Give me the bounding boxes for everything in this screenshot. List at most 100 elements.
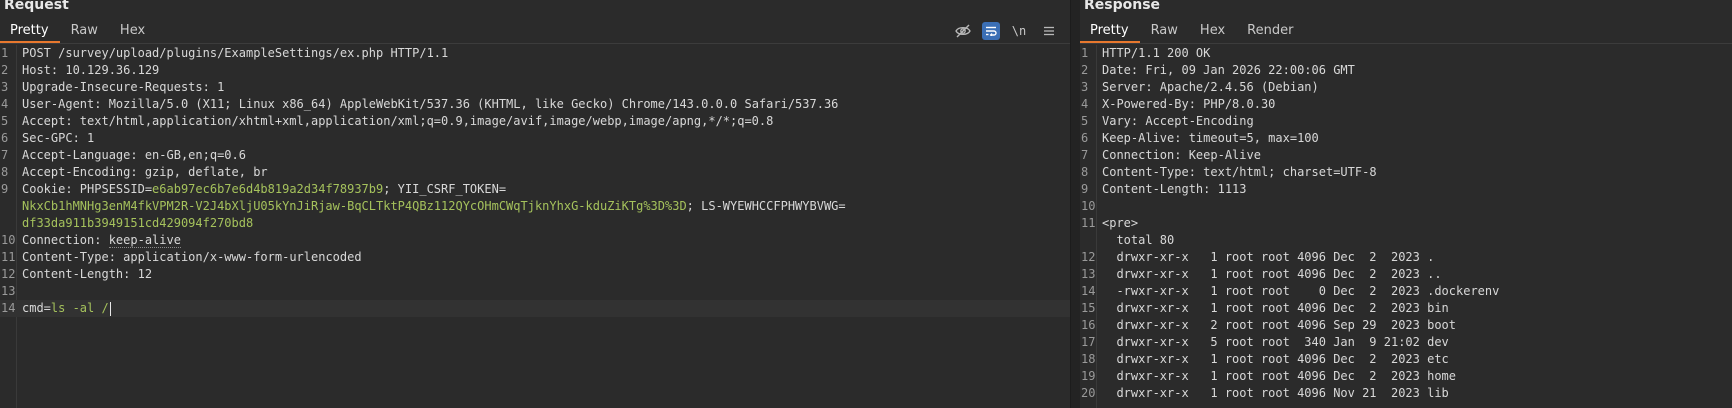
request-code-line[interactable]: 14 cmd=ls -al / [0, 300, 1070, 317]
line-number: 6 [1, 131, 9, 145]
line-text: Content-Length: 12 [22, 266, 152, 283]
word-wrap-toggle[interactable] [982, 22, 1000, 40]
token-text: X-Powered-By: [1102, 97, 1204, 111]
request-code-line[interactable]: 12 Content-Length: 12 [0, 266, 1070, 283]
request-code-line[interactable]: NkxCb1hMNHg3enM4fkVPM2R-V2J4bXljU05kYnJi… [0, 198, 1070, 215]
request-tab-pretty[interactable]: Pretty [0, 21, 60, 43]
token-text: Mozilla/5.0 (X11; Linux x86_64) AppleWeb… [108, 97, 839, 111]
token-text: 1 [87, 131, 95, 145]
newline-icon: \n [1011, 24, 1027, 38]
response-code-line[interactable]: 9 Content-Length: 1113 [1080, 181, 1732, 198]
response-code-line[interactable]: 16 drwxr-xr-x 2 root root 4096 Sep 29 20… [1080, 317, 1732, 334]
request-tab-hex[interactable]: Hex [109, 21, 156, 41]
response-code-line[interactable]: 4 X-Powered-By: PHP/8.0.30 [1080, 96, 1732, 113]
request-editor[interactable]: 1 POST /survey/upload/plugins/ExampleSett… [0, 45, 1070, 408]
response-tab-separator [1080, 43, 1732, 44]
line-number: 5 [1081, 114, 1089, 128]
response-code-line[interactable]: 14 -rwxr-xr-x 1 root root 0 Dec 2 2023 .… [1080, 283, 1732, 300]
response-lines: 1 HTTP/1.1 200 OK 2 Date: Fri, 09 Jan 2026 … [1080, 45, 1732, 402]
token-text: Accept: [22, 114, 80, 128]
request-code-line[interactable]: 8 Accept-Encoding: gzip, deflate, br [0, 164, 1070, 181]
token-text: Content-Type: [1102, 165, 1204, 179]
line-number: 7 [1081, 148, 1089, 162]
response-code-line[interactable]: 1 HTTP/1.1 200 OK [1080, 45, 1732, 62]
token-text: gzip, deflate, br [144, 165, 268, 179]
request-code-line[interactable]: 9 Cookie: PHPSESSID=e6ab97ec6b7e6d4b819a2… [0, 181, 1070, 198]
request-menu-button[interactable] [1038, 20, 1060, 42]
response-code-line[interactable]: 6 Keep-Alive: timeout=5, max=100 [1080, 130, 1732, 147]
line-number: 3 [1, 80, 9, 94]
line-number: 6 [1081, 131, 1089, 145]
request-code-line[interactable]: 13 [0, 283, 1070, 300]
response-code-line[interactable]: 7 Connection: Keep-Alive [1080, 147, 1732, 164]
line-text: Connection: keep-alive [22, 232, 181, 249]
show-newlines-button[interactable]: \n [1008, 20, 1030, 42]
response-code-line[interactable]: 3 Server: Apache/2.4.56 (Debian) [1080, 79, 1732, 96]
request-toolbar: \n [952, 20, 1060, 42]
request-code-line[interactable]: 7 Accept-Language: en-GB,en;q=0.6 [0, 147, 1070, 164]
token-text: drwxr-xr-x 1 root root 4096 Dec 2 2023 . [1102, 250, 1435, 264]
line-number: 1 [1081, 46, 1089, 60]
token-text: Content-Type: [22, 250, 124, 264]
response-tab-render[interactable]: Render [1236, 21, 1304, 41]
response-code-line[interactable]: 8 Content-Type: text/html; charset=UTF-8 [1080, 164, 1732, 181]
response-code-line[interactable]: 12 drwxr-xr-x 1 root root 4096 Dec 2 202… [1080, 249, 1732, 266]
line-text: cmd=ls -al / [22, 300, 111, 317]
response-code-line[interactable]: 10 [1080, 198, 1732, 215]
response-code-line[interactable]: total 80 [1080, 232, 1732, 249]
token-text: 12 [137, 267, 153, 281]
token-text: drwxr-xr-x 5 root root 340 Jan 9 21:02 d… [1102, 335, 1449, 349]
token-text: Connection: [22, 233, 109, 247]
response-code-line[interactable]: 18 drwxr-xr-x 1 root root 4096 Dec 2 202… [1080, 351, 1732, 368]
request-code-line[interactable]: 5 Accept: text/html,application/xhtml+xml… [0, 113, 1070, 130]
request-code-line[interactable]: 2 Host: 10.129.36.129 [0, 62, 1070, 79]
line-number: 10 [1, 233, 16, 247]
request-pane: Request Pretty Raw Hex \n 1 POST /survey… [0, 0, 1070, 408]
response-code-line[interactable]: 5 Vary: Accept-Encoding [1080, 113, 1732, 130]
request-code-line[interactable]: 10 Connection: keep-alive [0, 232, 1070, 249]
token-text: 10.129.36.129 [65, 63, 160, 77]
response-editor[interactable]: 1 HTTP/1.1 200 OK 2 Date: Fri, 09 Jan 2026 … [1080, 45, 1732, 408]
line-text: drwxr-xr-x 2 root root 4096 Sep 29 2023 … [1102, 317, 1456, 334]
token-text: User-Agent: [22, 97, 109, 111]
token-text: Sec-GPC: [22, 131, 88, 145]
line-text: Server: Apache/2.4.56 (Debian) [1102, 79, 1319, 96]
line-text: Connection: Keep-Alive [1102, 147, 1261, 164]
line-text: drwxr-xr-x 1 root root 4096 Dec 2 2023 h… [1102, 368, 1456, 385]
response-tab-hex[interactable]: Hex [1189, 21, 1236, 41]
response-code-line[interactable]: 13 drwxr-xr-x 1 root root 4096 Dec 2 202… [1080, 266, 1732, 283]
token-text: timeout=5, max=100 [1188, 131, 1319, 145]
response-code-line[interactable]: 20 drwxr-xr-x 1 root root 4096 Nov 21 20… [1080, 385, 1732, 402]
line-text: drwxr-xr-x 5 root root 340 Jan 9 21:02 d… [1102, 334, 1449, 351]
response-code-line[interactable]: 19 drwxr-xr-x 1 root root 4096 Dec 2 202… [1080, 368, 1732, 385]
request-code-line[interactable]: 6 Sec-GPC: 1 [0, 130, 1070, 147]
request-code-line[interactable]: 3 Upgrade-Insecure-Requests: 1 [0, 79, 1070, 96]
request-code-line[interactable]: 11 Content-Type: application/x-www-form-u… [0, 249, 1070, 266]
response-code-line[interactable]: 2 Date: Fri, 09 Jan 2026 22:00:06 GMT [1080, 62, 1732, 79]
response-code-line[interactable]: 17 drwxr-xr-x 5 root root 340 Jan 9 21:0… [1080, 334, 1732, 351]
request-tab-raw[interactable]: Raw [60, 21, 109, 41]
token-text: Cookie: [22, 182, 80, 196]
line-number: 14 [1081, 284, 1096, 298]
hide-nonprintable-button[interactable] [952, 20, 974, 42]
request-tab-separator [0, 43, 1070, 44]
token-text: drwxr-xr-x 1 root root 4096 Dec 2 2023 b… [1102, 301, 1449, 315]
response-tab-pretty[interactable]: Pretty [1080, 21, 1140, 43]
token-text: total 80 [1102, 233, 1175, 247]
token-value: e6ab97ec6b7e6d4b819a2d34f78937b9 [152, 182, 384, 196]
request-code-line[interactable]: df33da911b3949151cd429094f270bd8 [0, 215, 1070, 232]
line-text: <pre> [1102, 215, 1138, 232]
line-text: Content-Length: 1113 [1102, 181, 1247, 198]
line-number: 12 [1081, 250, 1096, 264]
line-number: 2 [1, 63, 9, 77]
line-number: 4 [1, 97, 9, 111]
request-code-line[interactable]: 1 POST /survey/upload/plugins/ExampleSett… [0, 45, 1070, 62]
word-wrap-icon [986, 26, 997, 36]
response-code-line[interactable]: 15 drwxr-xr-x 1 root root 4096 Dec 2 202… [1080, 300, 1732, 317]
response-code-line[interactable]: 11 <pre> [1080, 215, 1732, 232]
line-number: 10 [1081, 199, 1096, 213]
request-code-line[interactable]: 4 User-Agent: Mozilla/5.0 (X11; Linux x86… [0, 96, 1070, 113]
line-number: 14 [1, 301, 16, 315]
token-text: drwxr-xr-x 1 root root 4096 Dec 2 2023 e… [1102, 352, 1449, 366]
response-tab-raw[interactable]: Raw [1140, 21, 1189, 41]
